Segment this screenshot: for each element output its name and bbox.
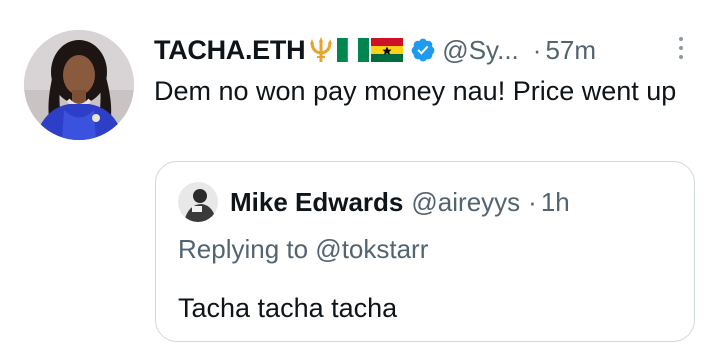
tweet-text: Dem no won pay money nau! Price went up bbox=[154, 76, 677, 106]
quoted-author-avatar bbox=[178, 182, 218, 222]
ghana-flag-icon bbox=[371, 38, 404, 62]
header-separator: · bbox=[532, 34, 542, 65]
quoted-tweet-text: Tacha tacha tacha bbox=[178, 293, 398, 323]
quoted-header-separator: · bbox=[528, 186, 537, 217]
tweet-card[interactable]: TACHA.ETH @Sy... · 57m Dem no won pay mo… bbox=[0, 0, 717, 357]
author-avatar[interactable] bbox=[24, 30, 134, 140]
nigeria-flag-icon bbox=[337, 38, 370, 62]
trident-emoji-icon bbox=[307, 36, 335, 64]
tweet-timestamp[interactable]: 57m bbox=[545, 35, 596, 66]
author-handle[interactable]: @Sy... bbox=[442, 35, 518, 66]
reply-context: Replying to @tokstarr bbox=[178, 234, 429, 264]
author-display-name[interactable]: TACHA.ETH bbox=[154, 35, 306, 66]
quoted-tweet-timestamp[interactable]: 1h bbox=[541, 187, 570, 218]
quoted-author-handle[interactable]: @aireyys bbox=[411, 187, 520, 218]
tweet-header: TACHA.ETH @Sy... · 57m bbox=[154, 30, 596, 70]
quoted-tweet[interactable]: Mike Edwards @aireyys · 1h Replying to @… bbox=[155, 161, 695, 342]
more-options-icon[interactable] bbox=[676, 34, 686, 66]
quoted-author-display-name[interactable]: Mike Edwards bbox=[230, 187, 403, 218]
verified-badge-icon bbox=[410, 37, 436, 63]
quoted-tweet-header: Mike Edwards @aireyys · 1h bbox=[178, 182, 570, 222]
